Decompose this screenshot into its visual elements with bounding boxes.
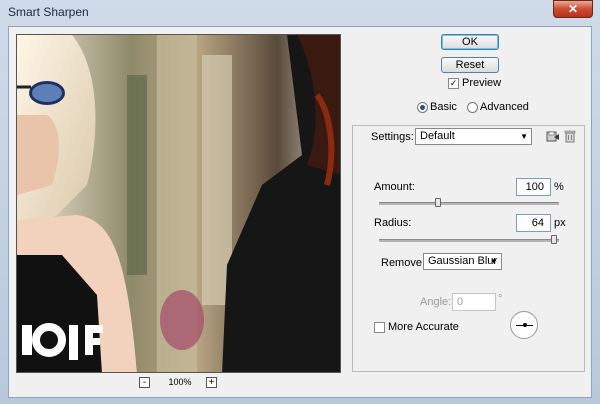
trash-icon[interactable] [563,129,577,143]
angle-field: 0 [452,293,496,311]
preview-label: Preview [462,77,502,89]
chevron-down-icon: ▼ [490,257,498,266]
preview-image[interactable] [16,34,341,373]
save-settings-icon[interactable] [546,129,560,143]
dialog-body: - 100% + OK Reset ✓ Preview Basic Advanc… [8,26,592,398]
basic-label: Basic [430,101,457,113]
settings-group [352,125,585,372]
zoom-out-button[interactable]: - [139,377,150,388]
advanced-label: Advanced [480,101,529,113]
zoom-level: 100% [168,377,192,387]
close-button[interactable]: ✕ [553,0,593,18]
more-accurate-checkbox[interactable] [374,322,385,333]
advanced-radio[interactable] [467,102,478,113]
ok-button[interactable]: OK [441,34,499,50]
radius-slider-thumb[interactable] [550,235,557,244]
basic-radio[interactable] [417,102,428,113]
radius-slider[interactable] [379,239,559,242]
radius-label: Radius: [374,217,412,229]
preview-photo [17,35,340,372]
more-accurate-label: More Accurate [388,321,459,333]
settings-value: Default [420,130,455,142]
angle-dial [510,311,538,339]
remove-value: Gaussian Blur [428,255,498,267]
radius-unit: px [554,217,566,229]
zoom-in-button[interactable]: + [206,377,217,388]
preview-checkbox[interactable]: ✓ [448,78,459,89]
angle-dial-center [523,323,527,327]
amount-label: Amount: [374,181,415,193]
amount-slider-thumb[interactable] [435,198,442,207]
reset-button[interactable]: Reset [441,57,499,73]
remove-label: Remove: [381,257,426,269]
settings-label: Settings: [371,131,414,143]
angle-unit: ° [498,293,503,305]
amount-unit: % [554,181,564,193]
settings-dropdown[interactable]: Default ▼ [415,128,532,145]
window-title: Smart Sharpen [8,5,89,19]
angle-label: Angle: [420,296,452,308]
zoom-controls: - 100% + [139,377,221,389]
remove-dropdown[interactable]: Gaussian Blur ▼ [423,253,502,270]
amount-slider[interactable] [379,202,559,205]
amount-field[interactable]: 100 [516,178,551,196]
chevron-down-icon: ▼ [520,132,528,141]
radius-field[interactable]: 64 [516,214,551,232]
